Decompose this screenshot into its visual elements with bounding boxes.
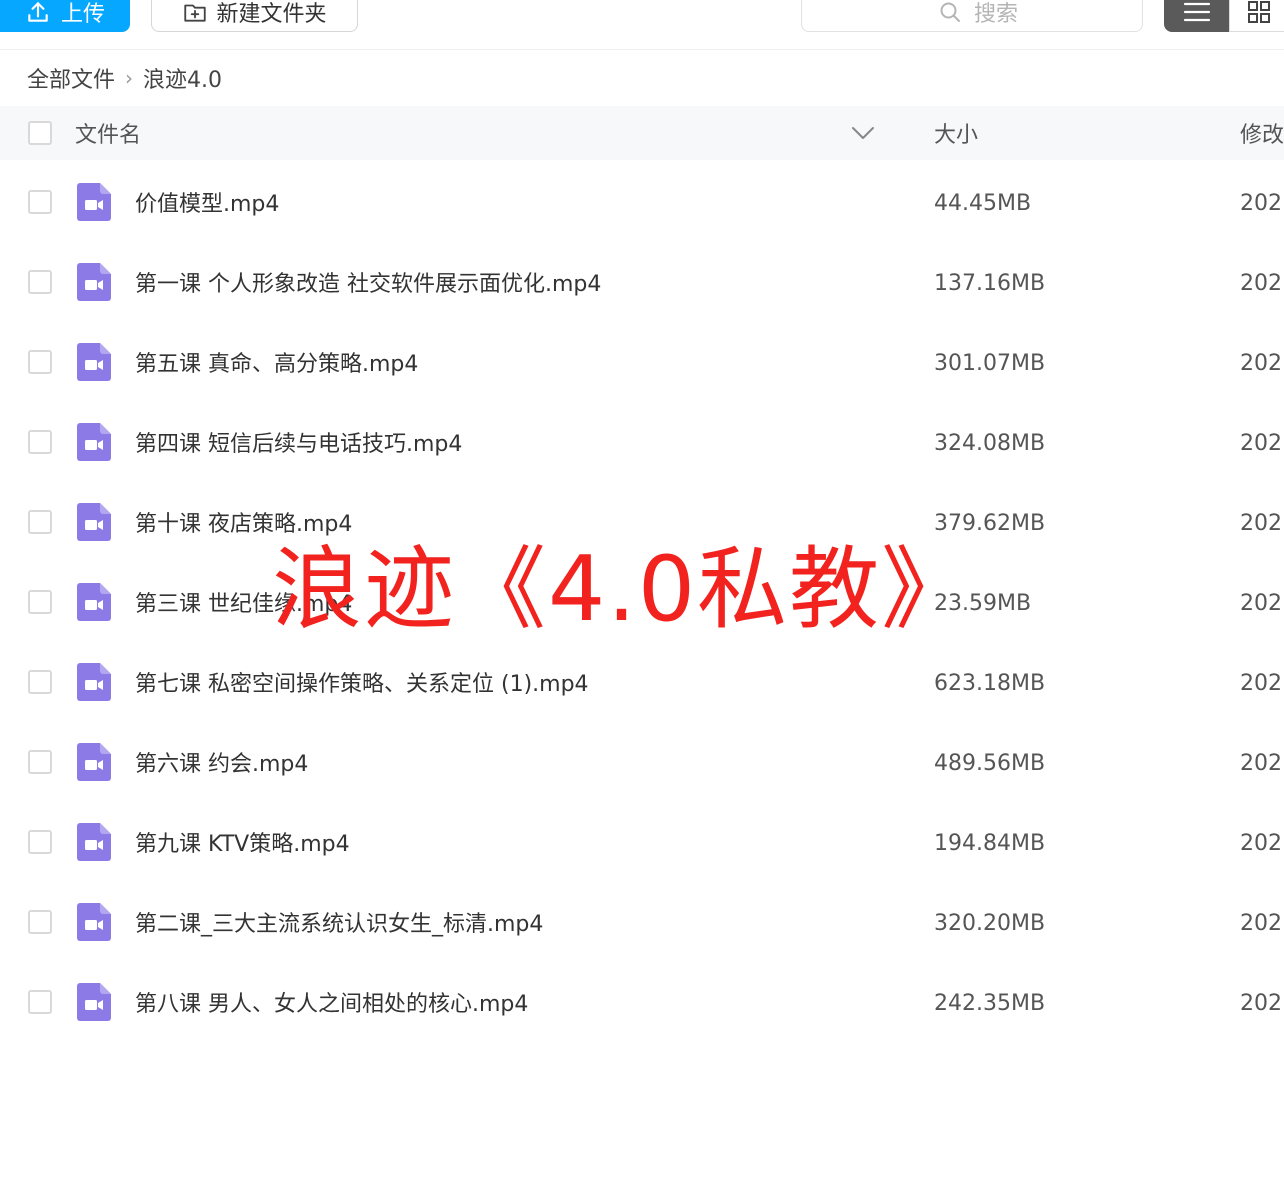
upload-icon bbox=[28, 2, 48, 22]
file-name[interactable]: 价值模型.mp4 bbox=[135, 162, 279, 242]
column-name-header[interactable]: 文件名 bbox=[75, 106, 141, 160]
row-checkbox[interactable] bbox=[28, 990, 52, 1014]
table-row[interactable]: 第七课 私密空间操作策略、关系定位 (1).mp4 623.18MB 202 bbox=[0, 642, 1284, 722]
list-view-button[interactable] bbox=[1164, 0, 1229, 32]
file-name[interactable]: 第九课 KTV策略.mp4 bbox=[135, 802, 350, 882]
row-checkbox[interactable] bbox=[28, 190, 52, 214]
search-icon bbox=[940, 2, 960, 22]
video-file-icon bbox=[77, 343, 111, 381]
video-file-icon bbox=[77, 583, 111, 621]
file-size: 320.20MB bbox=[934, 910, 1046, 936]
file-modified: 202 bbox=[1240, 750, 1282, 776]
row-checkbox[interactable] bbox=[28, 510, 52, 534]
chevron-right-icon: › bbox=[125, 66, 134, 90]
row-checkbox[interactable] bbox=[28, 910, 52, 934]
file-name[interactable]: 第四课 短信后续与电话技巧.mp4 bbox=[135, 402, 462, 482]
file-modified: 202 bbox=[1240, 910, 1282, 936]
chevron-down-icon bbox=[852, 127, 874, 139]
list-view-icon bbox=[1183, 2, 1210, 22]
file-size: 242.35MB bbox=[934, 990, 1046, 1016]
table-row[interactable]: 第一课 个人形象改造 社交软件展示面优化.mp4 137.16MB 202 bbox=[0, 242, 1284, 322]
row-checkbox[interactable] bbox=[28, 430, 52, 454]
new-folder-button[interactable]: 新建文件夹 bbox=[151, 0, 358, 32]
row-checkbox[interactable] bbox=[28, 830, 52, 854]
breadcrumb-root[interactable]: 全部文件 bbox=[27, 62, 115, 94]
row-checkbox[interactable] bbox=[28, 670, 52, 694]
file-modified: 202 bbox=[1240, 990, 1282, 1016]
file-name[interactable]: 第七课 私密空间操作策略、关系定位 (1).mp4 bbox=[135, 642, 589, 722]
table-header: 文件名 大小 修改 bbox=[0, 106, 1284, 160]
table-row[interactable]: 第九课 KTV策略.mp4 194.84MB 202 bbox=[0, 802, 1284, 882]
video-file-icon bbox=[77, 903, 111, 941]
row-checkbox[interactable] bbox=[28, 350, 52, 374]
video-file-icon bbox=[77, 983, 111, 1021]
row-checkbox[interactable] bbox=[28, 590, 52, 614]
column-size-header[interactable]: 大小 bbox=[934, 106, 978, 160]
table-row[interactable]: 第五课 真命、高分策略.mp4 301.07MB 202 bbox=[0, 322, 1284, 402]
file-name[interactable]: 第五课 真命、高分策略.mp4 bbox=[135, 322, 418, 402]
row-checkbox[interactable] bbox=[28, 270, 52, 294]
column-modified-header[interactable]: 修改 bbox=[1240, 106, 1284, 160]
file-modified: 202 bbox=[1240, 190, 1282, 216]
file-size: 44.45MB bbox=[934, 190, 1032, 216]
file-size: 623.18MB bbox=[934, 670, 1046, 696]
row-checkbox[interactable] bbox=[28, 750, 52, 774]
search-placeholder: 搜索 bbox=[974, 2, 1019, 27]
table-row[interactable]: 第四课 短信后续与电话技巧.mp4 324.08MB 202 bbox=[0, 402, 1284, 482]
video-file-icon bbox=[77, 183, 111, 221]
file-size: 194.84MB bbox=[934, 830, 1046, 856]
table-row[interactable]: 价值模型.mp4 44.45MB 202 bbox=[0, 162, 1284, 242]
file-name[interactable]: 第八课 男人、女人之间相处的核心.mp4 bbox=[135, 962, 528, 1042]
file-modified: 202 bbox=[1240, 350, 1282, 376]
video-file-icon bbox=[77, 823, 111, 861]
file-modified: 202 bbox=[1240, 670, 1282, 696]
file-modified: 202 bbox=[1240, 590, 1282, 616]
new-folder-label: 新建文件夹 bbox=[216, 2, 327, 27]
video-file-icon bbox=[77, 503, 111, 541]
sort-button[interactable] bbox=[850, 106, 876, 160]
video-file-icon bbox=[77, 423, 111, 461]
select-all-checkbox[interactable] bbox=[28, 121, 52, 145]
search-input[interactable]: 搜索 bbox=[801, 0, 1143, 32]
file-size: 137.16MB bbox=[934, 270, 1046, 296]
video-file-icon bbox=[77, 263, 111, 301]
table-row[interactable]: 第八课 男人、女人之间相处的核心.mp4 242.35MB 202 bbox=[0, 962, 1284, 1042]
file-modified: 202 bbox=[1240, 270, 1282, 296]
file-name[interactable]: 第二课_三大主流系统认识女生_标清.mp4 bbox=[135, 882, 543, 962]
video-file-icon bbox=[77, 743, 111, 781]
file-modified: 202 bbox=[1240, 830, 1282, 856]
file-name[interactable]: 第一课 个人形象改造 社交软件展示面优化.mp4 bbox=[135, 242, 601, 322]
grid-view-button[interactable] bbox=[1229, 0, 1284, 32]
watermark: 浪迹《4.0私教》 bbox=[272, 537, 974, 642]
file-size: 324.08MB bbox=[934, 430, 1046, 456]
table-row[interactable]: 第六课 约会.mp4 489.56MB 202 bbox=[0, 722, 1284, 802]
file-modified: 202 bbox=[1240, 430, 1282, 456]
breadcrumb: 全部文件 › 浪迹4.0 bbox=[27, 62, 222, 94]
grid-view-icon bbox=[1248, 1, 1270, 23]
file-modified: 202 bbox=[1240, 510, 1282, 536]
upload-label: 上传 bbox=[60, 2, 105, 27]
video-file-icon bbox=[77, 663, 111, 701]
upload-button[interactable]: 上传 bbox=[0, 0, 130, 32]
folder-plus-icon bbox=[184, 4, 207, 22]
file-name[interactable]: 第六课 约会.mp4 bbox=[135, 722, 308, 802]
table-row[interactable]: 第二课_三大主流系统认识女生_标清.mp4 320.20MB 202 bbox=[0, 882, 1284, 962]
file-size: 489.56MB bbox=[934, 750, 1046, 776]
breadcrumb-current: 浪迹4.0 bbox=[143, 68, 223, 93]
toolbar: 上传 新建文件夹 搜索 bbox=[0, 0, 1284, 50]
file-size: 301.07MB bbox=[934, 350, 1046, 376]
